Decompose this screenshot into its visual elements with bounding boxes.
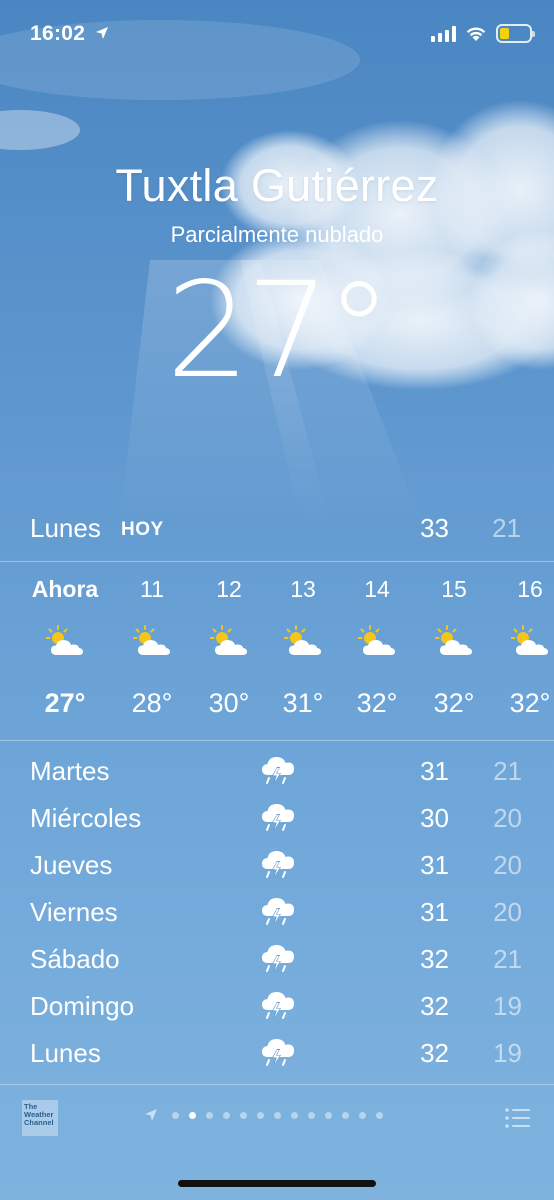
location-header: Tuxtla Gutiérrez Parcialmente nublado (0, 160, 554, 248)
day-low: 21 (493, 944, 522, 974)
page-dot[interactable] (342, 1111, 349, 1119)
page-dot[interactable] (240, 1111, 247, 1119)
thunderstorm-icon (261, 803, 295, 832)
thunderstorm-icon (261, 991, 295, 1020)
day-low: 20 (493, 897, 522, 927)
thunderstorm-icon (261, 944, 295, 973)
hourly-forecast[interactable]: Ahora 27° 11 28° 12 30° 13 31° 14 32° 15… (0, 562, 554, 740)
day-high: 32 (420, 991, 449, 1021)
today-summary: Lunes HOY 33 21 (0, 505, 554, 549)
page-dot[interactable] (189, 1111, 196, 1119)
day-high: 30 (420, 803, 449, 833)
partly-sunny-icon (511, 625, 549, 656)
partly-sunny-icon (435, 625, 473, 656)
daily-row: Domingo 32 19 (0, 983, 554, 1030)
partly-sunny-icon (358, 625, 396, 656)
status-bar: 16:02 (0, 0, 554, 70)
logo-text-line: Channel (24, 1118, 54, 1127)
page-dot[interactable] (291, 1111, 298, 1119)
day-name: Miércoles (30, 803, 142, 833)
page-dot[interactable] (257, 1111, 264, 1119)
day-high: 31 (420, 756, 449, 786)
hour-label: Ahora (31, 576, 99, 602)
day-high: 31 (420, 897, 449, 927)
hour-label: 15 (441, 576, 467, 602)
partly-sunny-icon (284, 625, 322, 656)
hour-temp: 32° (509, 688, 551, 718)
cellular-signal-icon (431, 25, 456, 42)
weather-condition: Parcialmente nublado (170, 222, 384, 247)
today-badge: HOY (121, 519, 164, 540)
hour-label: 12 (216, 576, 242, 602)
weather-channel-logo[interactable]: The Weather Channel (22, 1100, 58, 1136)
day-low: 21 (493, 756, 522, 786)
day-name: Sábado (30, 944, 120, 974)
day-low: 20 (493, 850, 522, 880)
divider (0, 740, 554, 741)
day-name: Martes (30, 756, 110, 786)
bottom-toolbar: The Weather Channel (0, 1085, 554, 1200)
daily-row: Jueves 31 20 (0, 842, 554, 889)
hour-label: 16 (517, 576, 543, 602)
hour-temp: 32° (433, 688, 475, 718)
day-name: Jueves (30, 850, 113, 880)
hour-temp: 31° (282, 688, 324, 718)
hour-temp: 30° (208, 688, 250, 718)
today-day: Lunes (30, 513, 101, 543)
page-dot[interactable] (325, 1111, 332, 1119)
hour-temp: 27° (44, 688, 86, 718)
day-high: 31 (420, 850, 449, 880)
current-temperature: 27° (166, 254, 392, 408)
day-name: Domingo (30, 991, 135, 1021)
page-dot[interactable] (308, 1111, 315, 1119)
status-time: 16:02 (30, 22, 86, 45)
page-dot[interactable] (206, 1111, 213, 1119)
page-dot[interactable] (376, 1111, 383, 1119)
page-dot[interactable] (172, 1111, 179, 1119)
thunderstorm-icon (261, 756, 295, 785)
page-dot[interactable] (359, 1111, 366, 1119)
daily-forecast: Martes 31 21 Miércoles 30 20 Jueves 31 2… (0, 748, 554, 1077)
partly-sunny-icon (46, 625, 84, 656)
city-name: Tuxtla Gutiérrez (115, 160, 439, 211)
day-low: 19 (493, 1038, 522, 1068)
battery-icon (496, 24, 535, 43)
thunderstorm-icon (261, 850, 295, 879)
today-high: 33 (420, 513, 449, 543)
wifi-icon (466, 26, 486, 41)
hour-temp: 32° (356, 688, 398, 718)
thunderstorm-icon (261, 1038, 295, 1067)
today-low: 21 (492, 513, 521, 543)
page-dot[interactable] (274, 1111, 281, 1119)
daily-row: Sábado 32 21 (0, 936, 554, 983)
hour-temp: 28° (131, 688, 173, 718)
thunderstorm-icon (261, 897, 295, 926)
day-name: Viernes (30, 897, 118, 927)
partly-sunny-icon (210, 625, 248, 656)
page-dot[interactable] (223, 1111, 230, 1119)
daily-row: Viernes 31 20 (0, 889, 554, 936)
current-location-icon (145, 1109, 157, 1121)
home-indicator[interactable] (178, 1180, 376, 1187)
status-indicators (431, 24, 535, 43)
day-high: 32 (420, 1038, 449, 1068)
day-low: 19 (493, 991, 522, 1021)
location-arrow-icon (96, 27, 108, 39)
hour-label: 11 (140, 576, 164, 602)
daily-row: Lunes 32 19 (0, 1030, 554, 1077)
day-high: 32 (420, 944, 449, 974)
day-low: 20 (493, 803, 522, 833)
page-indicator[interactable] (144, 1108, 383, 1122)
list-icon[interactable] (504, 1107, 530, 1129)
daily-row: Miércoles 30 20 (0, 795, 554, 842)
day-name: Lunes (30, 1038, 101, 1068)
partly-sunny-icon (133, 625, 171, 656)
daily-row: Martes 31 21 (0, 748, 554, 795)
hour-label: 13 (290, 576, 316, 602)
hour-label: 14 (364, 576, 390, 602)
